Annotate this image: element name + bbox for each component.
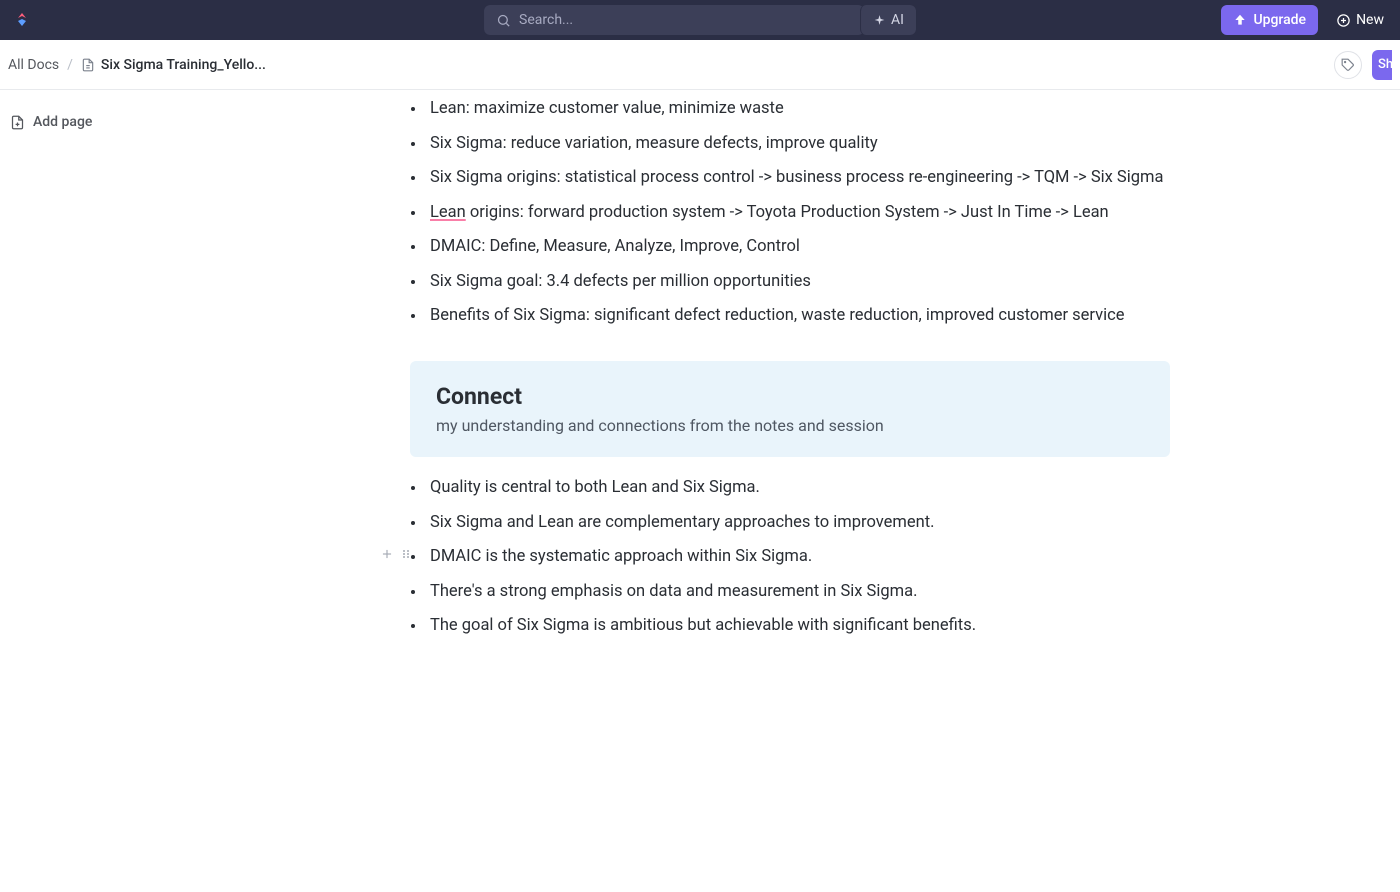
list-item[interactable]: Benefits of Six Sigma: significant defec…: [426, 303, 1170, 329]
connect-bullet-list: Quality is central to both Lean and Six …: [404, 475, 1170, 639]
list-item[interactable]: There's a strong emphasis on data and me…: [426, 579, 1170, 605]
search-input[interactable]: Search...: [484, 5, 864, 35]
left-panel: Add page: [0, 90, 150, 892]
share-label: Sh: [1378, 57, 1392, 72]
list-item[interactable]: Six Sigma origins: statistical process c…: [426, 165, 1170, 191]
list-item[interactable]: Six Sigma: reduce variation, measure def…: [426, 131, 1170, 157]
breadcrumb-current[interactable]: Six Sigma Training_Yello...: [81, 57, 266, 73]
list-item[interactable]: Lean origins: forward production system …: [426, 200, 1170, 226]
tag-button[interactable]: [1334, 51, 1362, 79]
list-item[interactable]: Six Sigma and Lean are complementary app…: [426, 510, 1170, 536]
list-item[interactable]: DMAIC: Define, Measure, Analyze, Improve…: [426, 234, 1170, 260]
breadcrumb-current-label: Six Sigma Training_Yello...: [101, 57, 266, 73]
connect-subtitle[interactable]: my understanding and connections from th…: [436, 416, 1144, 435]
list-item[interactable]: Six Sigma goal: 3.4 defects per million …: [426, 269, 1170, 295]
plus-circle-icon: [1336, 13, 1351, 28]
sparkle-icon: [873, 14, 886, 27]
ai-button[interactable]: AI: [860, 5, 916, 35]
breadcrumb-bar: All Docs / Six Sigma Training_Yello... S…: [0, 40, 1400, 90]
drag-handle-icon[interactable]: [400, 547, 412, 561]
add-page-label: Add page: [33, 114, 92, 130]
upgrade-label: Upgrade: [1253, 12, 1306, 28]
document-icon: [81, 58, 95, 72]
list-item-text: DMAIC is the systematic approach within …: [430, 547, 812, 566]
spellcheck-underline[interactable]: Lean: [430, 203, 466, 222]
plus-icon[interactable]: [380, 547, 394, 561]
list-item[interactable]: The goal of Six Sigma is ambitious but a…: [426, 613, 1170, 639]
connect-title[interactable]: Connect: [436, 383, 1144, 410]
ai-label: AI: [891, 12, 904, 28]
breadcrumb: All Docs / Six Sigma Training_Yello...: [8, 57, 266, 73]
new-label: New: [1356, 12, 1384, 28]
document-editor[interactable]: Lean: maximize customer value, minimize …: [150, 90, 1400, 892]
breadcrumb-root[interactable]: All Docs: [8, 57, 59, 73]
list-item[interactable]: Lean: maximize customer value, minimize …: [426, 96, 1170, 122]
new-button[interactable]: New: [1328, 12, 1392, 28]
connect-block[interactable]: Connect my understanding and connections…: [410, 361, 1170, 457]
upgrade-icon: [1233, 13, 1247, 27]
intro-bullet-list: Lean: maximize customer value, minimize …: [404, 96, 1170, 329]
add-page-icon: [10, 115, 25, 130]
search-icon: [496, 13, 511, 28]
top-bar: Search... AI Upgrade New: [0, 0, 1400, 40]
list-item-text: origins: forward production system -> To…: [466, 203, 1109, 222]
list-item[interactable]: Quality is central to both Lean and Six …: [426, 475, 1170, 501]
share-button[interactable]: Sh: [1372, 50, 1392, 80]
upgrade-button[interactable]: Upgrade: [1221, 5, 1318, 35]
add-page-button[interactable]: Add page: [10, 110, 140, 134]
app-logo-icon[interactable]: [12, 10, 32, 30]
breadcrumb-sep: /: [67, 57, 73, 73]
list-item[interactable]: DMAIC is the systematic approach within …: [426, 544, 1170, 570]
search-placeholder: Search...: [519, 12, 573, 28]
tag-icon: [1341, 58, 1355, 72]
